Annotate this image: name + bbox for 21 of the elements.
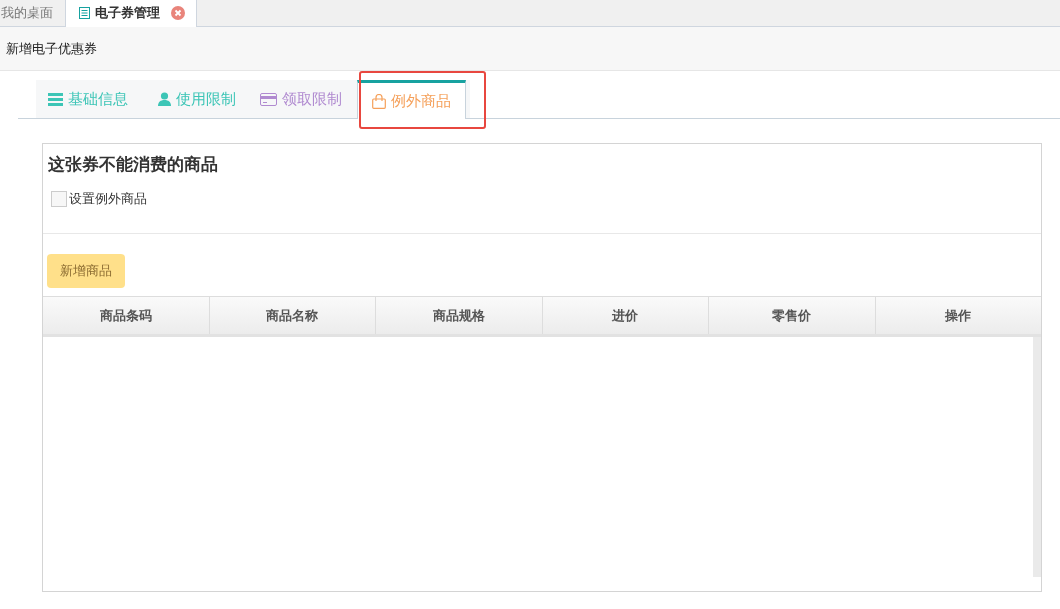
page-tab[interactable]: 我的桌面 <box>0 0 65 26</box>
column-header: 进价 <box>542 297 709 334</box>
column-header: 商品名称 <box>209 297 376 334</box>
page-tab[interactable]: 电子券管理 <box>65 0 197 27</box>
checkbox[interactable] <box>51 191 67 207</box>
checkbox-label[interactable]: 设置例外商品 <box>69 190 147 208</box>
list-icon <box>48 92 63 106</box>
column-header: 商品条码 <box>43 297 210 334</box>
close-icon[interactable] <box>171 6 185 20</box>
column-header: 零售价 <box>709 297 876 334</box>
section-title: 这张券不能消费的商品 <box>48 153 219 176</box>
add-product-button[interactable]: 新增商品 <box>47 254 125 288</box>
page-heading: 新增电子优惠券 <box>6 39 97 58</box>
user-icon <box>158 92 171 106</box>
form-tab[interactable]: 领取限制 <box>248 80 354 118</box>
shopping-bag-icon <box>372 93 386 109</box>
credit-card-icon <box>260 92 277 106</box>
column-header: 商品规格 <box>376 297 543 334</box>
form-tab[interactable]: 例外商品 <box>357 80 466 119</box>
column-header: 操作 <box>944 306 973 325</box>
document-icon <box>79 7 90 19</box>
